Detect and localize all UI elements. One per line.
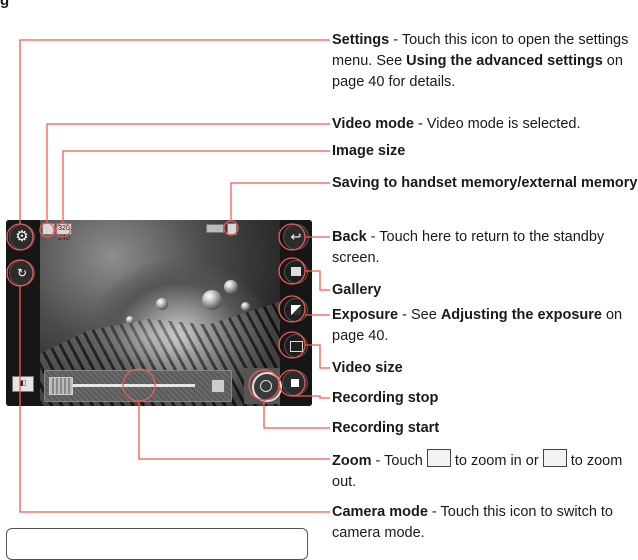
exposure-callout-circle [278, 295, 306, 323]
callout-video-mode: Video mode - Video mode is selected. [332, 114, 638, 135]
callout-camera-mode: Camera mode - Touch this icon to switch … [332, 502, 638, 544]
saving-callout-circle [223, 220, 239, 236]
callout-link-text: Adjusting the exposure [440, 307, 602, 323]
video-size-callout-circle [278, 331, 306, 359]
callout-title: Exposure [332, 307, 399, 323]
video-mode-callout-circle [39, 222, 55, 238]
callout-settings: Settings - Touch this icon to open the s… [332, 30, 638, 93]
callout-text: - Touch [371, 453, 427, 469]
callout-title: Image size [332, 143, 406, 159]
zoom-in-inline-icon [426, 449, 451, 467]
recording-start-callout-line [263, 400, 330, 429]
saving-callout-line [230, 182, 330, 221]
callout-title: Saving to handset memory/external memory [332, 175, 638, 191]
callout-title: Video mode [332, 116, 414, 132]
callout-back: Back - Touch here to return to the stand… [332, 227, 638, 269]
callout-title: Camera mode [332, 504, 428, 520]
recording-start-callout-circle [248, 369, 280, 401]
callout-title: Recording start [332, 420, 440, 436]
callout-title: Zoom [332, 453, 372, 469]
callout-exposure: Exposure - See Adjusting the exposure on… [332, 305, 638, 347]
callout-title: Back [332, 229, 367, 245]
settings-callout-line [19, 39, 330, 224]
callout-text: - Video mode is selected. [413, 116, 581, 132]
zoom-callout-line [138, 401, 330, 460]
callout-text: - Touch here to return to the standby sc… [332, 229, 605, 266]
callout-link-text: Using the advanced settings [406, 53, 603, 69]
zoom-out-inline-icon [542, 449, 567, 467]
callout-text: - See [398, 307, 441, 323]
callout-title: Recording stop [332, 390, 439, 406]
video-mode-callout-line [46, 123, 330, 223]
callout-zoom: Zoom - Touch to zoom in or to zoom out. [332, 449, 638, 493]
callout-gallery: Gallery [332, 280, 638, 301]
callout-text: to zoom in or [450, 453, 543, 469]
callout-title: Gallery [332, 282, 382, 298]
recording-stop-callout-circle [278, 369, 306, 397]
recording-stop-callout-line [292, 395, 330, 399]
callout-video-size: Video size [332, 358, 638, 379]
back-callout-circle [278, 223, 306, 251]
gallery-callout-line [305, 270, 330, 291]
callout-saving: Saving to handset memory/external memory [332, 173, 638, 194]
camera-mode-callout-line [19, 286, 330, 513]
settings-callout-circle [6, 223, 34, 251]
callout-recording-stop: Recording stop [332, 388, 638, 409]
camera-mode-callout-circle [6, 259, 34, 287]
video-size-callout-line [305, 344, 330, 369]
gallery-callout-circle [278, 257, 306, 285]
callout-recording-start: Recording start [332, 418, 638, 439]
image-size-callout-line [62, 150, 330, 223]
image-size-callout-circle [55, 222, 71, 238]
zoom-callout-circle [122, 368, 156, 402]
callout-title: Video size [332, 360, 403, 376]
callout-image-size: Image size [332, 141, 638, 162]
tip-box-edge [6, 528, 308, 560]
callout-title: Settings [332, 32, 390, 48]
